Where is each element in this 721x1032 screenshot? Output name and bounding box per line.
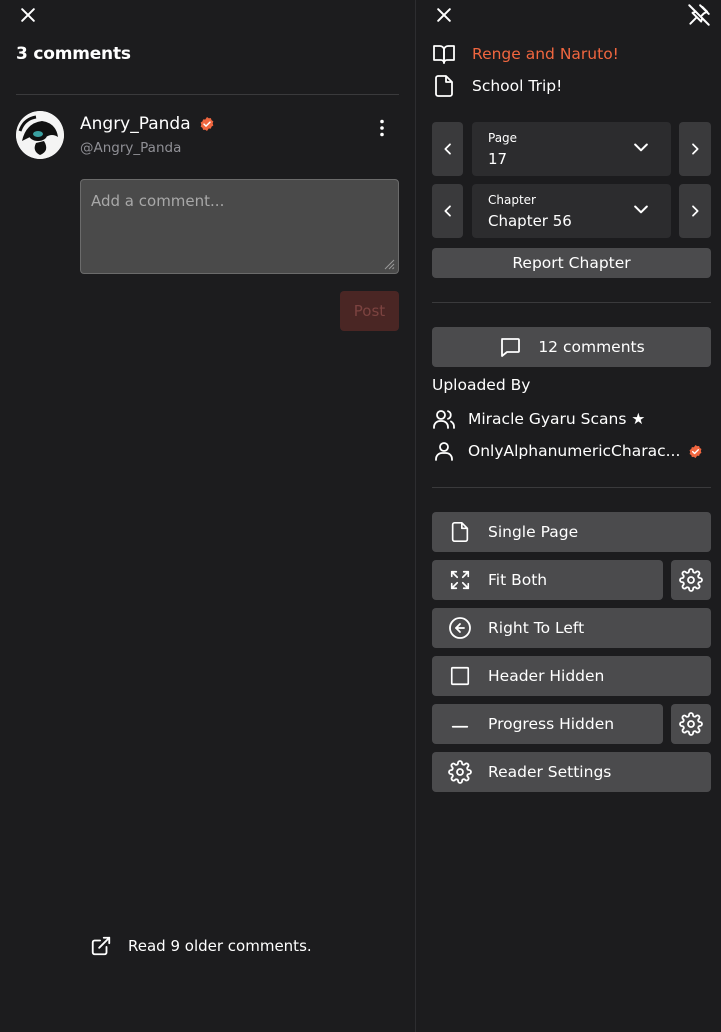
close-icon	[437, 8, 451, 22]
gear-icon	[679, 568, 703, 592]
gear-icon	[448, 760, 472, 784]
manga-title: Renge and Naruto!	[472, 45, 619, 63]
page-select-value: 17	[488, 150, 508, 168]
page-mode-label: Single Page	[488, 523, 579, 541]
read-older-comments-link[interactable]: Read 9 older comments.	[90, 935, 312, 957]
reading-direction-button[interactable]: Right To Left	[432, 608, 711, 648]
user-name-label: Angry_Panda	[80, 114, 191, 134]
chevron-right-icon	[692, 143, 699, 155]
user-handle: @Angry_Panda	[80, 140, 182, 156]
progress-settings-button[interactable]	[671, 704, 711, 744]
avatar[interactable]	[16, 111, 64, 159]
post-button[interactable]: Post	[340, 291, 399, 331]
fit-mode-button[interactable]: Fit Both	[432, 560, 663, 600]
panel-divider	[415, 0, 416, 1032]
kebab-icon	[380, 119, 384, 137]
users-icon	[433, 410, 455, 429]
reading-direction-label: Right To Left	[488, 619, 585, 637]
verified-icon	[689, 444, 702, 458]
unpin-menu-button[interactable]	[685, 1, 713, 29]
uploader-name: OnlyAlphanumericCharac...	[468, 442, 681, 460]
reader-app: 3 comments Angry_Panda @Angry_Panda Add …	[0, 0, 721, 1032]
reader-settings-button[interactable]: Reader Settings	[432, 752, 711, 792]
chapter-select[interactable]: Chapter Chapter 56	[472, 184, 671, 238]
user-name: Angry_Panda	[80, 114, 215, 134]
comment-input[interactable]	[80, 179, 399, 274]
close-icon	[21, 8, 35, 22]
header-visibility-button[interactable]: Header Hidden	[432, 656, 711, 696]
verified-icon	[200, 117, 213, 131]
report-chapter-button[interactable]: Report Chapter	[432, 248, 711, 278]
chapter-title: School Trip!	[472, 77, 563, 95]
arrow-left-circle-icon	[448, 616, 472, 640]
external-link-icon	[91, 936, 111, 956]
unpin-icon	[688, 4, 710, 26]
square-icon	[448, 664, 472, 688]
manga-title-link[interactable]: Renge and Naruto!	[432, 42, 619, 66]
user-icon	[435, 442, 453, 461]
uploader-link[interactable]: OnlyAlphanumericCharac...	[432, 439, 703, 463]
header-visibility-label: Header Hidden	[488, 667, 605, 685]
reader-settings-label: Reader Settings	[488, 763, 612, 781]
more-options-button[interactable]	[370, 116, 394, 140]
minus-icon	[448, 712, 472, 736]
fit-settings-button[interactable]	[671, 560, 711, 600]
page-select[interactable]: Page 17	[472, 122, 671, 176]
prev-page-button[interactable]	[432, 122, 463, 176]
comment-bubble-icon	[501, 338, 521, 357]
book-icon	[433, 45, 455, 64]
chapter-select-label: Chapter	[488, 193, 536, 207]
comments-button[interactable]: 12 comments	[432, 327, 711, 367]
chapter-title-row: School Trip!	[432, 74, 562, 98]
expand-icon	[448, 568, 472, 592]
comments-count-title: 3 comments	[16, 44, 131, 64]
chevron-left-icon	[443, 143, 451, 155]
progress-visibility-label: Progress Hidden	[488, 715, 615, 733]
prev-chapter-button[interactable]	[432, 184, 463, 238]
divider	[16, 94, 399, 95]
read-older-comments-label: Read 9 older comments.	[128, 937, 312, 955]
close-menu-button[interactable]	[432, 3, 456, 27]
file-icon	[435, 75, 453, 97]
chapter-select-value: Chapter 56	[488, 212, 572, 230]
chevron-down-icon	[634, 143, 648, 152]
page-mode-button[interactable]: Single Page	[432, 512, 711, 552]
next-chapter-button[interactable]	[679, 184, 711, 238]
progress-visibility-button[interactable]: Progress Hidden	[432, 704, 663, 744]
next-page-button[interactable]	[679, 122, 711, 176]
chevron-left-icon	[443, 205, 451, 217]
page-select-label: Page	[488, 131, 518, 145]
chevron-down-icon	[634, 205, 648, 214]
uploaded-by-title: Uploaded By	[432, 376, 531, 394]
scan-group-name: Miracle Gyaru Scans ★	[468, 410, 646, 428]
comments-button-label: 12 comments	[538, 338, 645, 356]
chevron-right-icon	[692, 205, 699, 217]
close-comments-button[interactable]	[16, 3, 40, 27]
comments-panel: 3 comments Angry_Panda @Angry_Panda Add …	[0, 0, 415, 1032]
gear-icon	[679, 712, 703, 736]
fit-mode-label: Fit Both	[488, 571, 548, 589]
divider	[432, 302, 711, 303]
file-icon	[448, 520, 472, 544]
divider	[432, 487, 711, 488]
scan-group-link[interactable]: Miracle Gyaru Scans ★	[432, 407, 645, 431]
